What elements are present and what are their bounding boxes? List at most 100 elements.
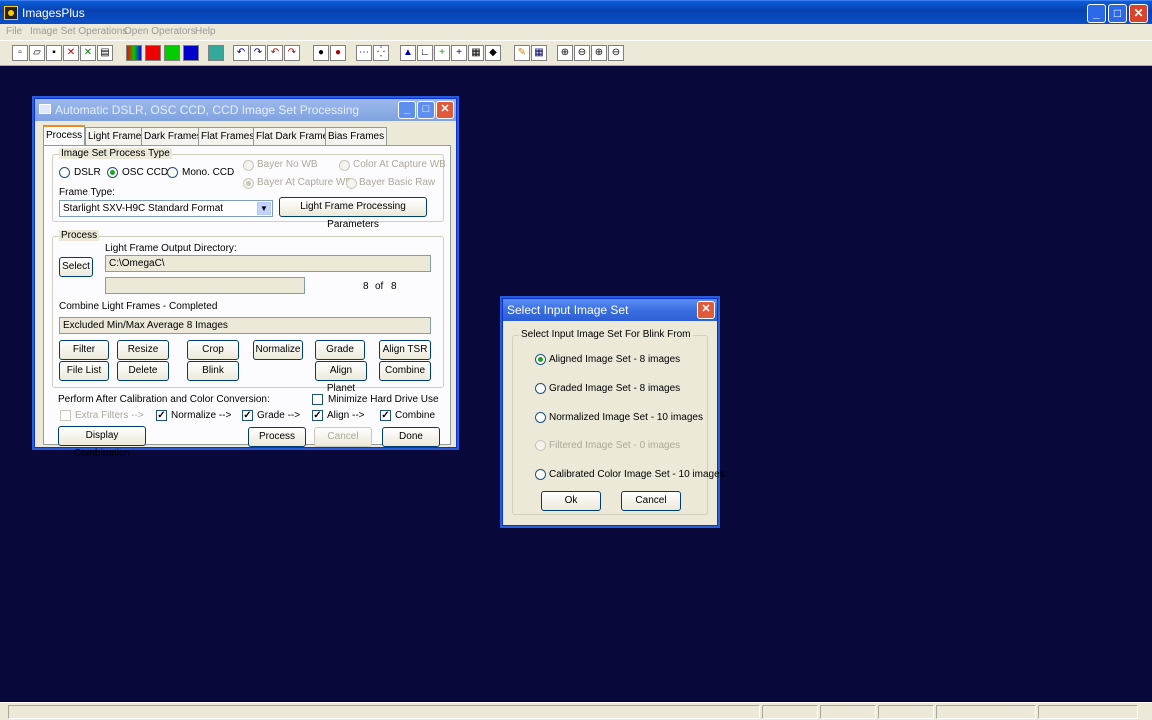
green-channel-icon[interactable]: [164, 45, 180, 61]
after-calibration-label: Perform After Calibration and Color Conv…: [58, 394, 270, 405]
normalize-label: Normalize -->: [171, 410, 232, 421]
toolbar: ▫ ▱ ▪ ✕ ✕ ▤ ↶ ↷ ↶ ↷ ● ● ⋯ ⁛ ▲ ∟ + + ▦ ◆ …: [0, 40, 1152, 66]
frame-type-select[interactable]: Starlight SXV-H9C Standard Format ▼: [59, 200, 273, 217]
tab-bias-frames[interactable]: Bias Frames: [325, 127, 388, 145]
app-titlebar: ImagesPlus _ □ ✕: [0, 0, 1152, 24]
menu-open-operators[interactable]: Open Operators: [124, 26, 196, 37]
close-all-icon[interactable]: ✕: [80, 45, 96, 61]
graded-set-radio[interactable]: [535, 383, 546, 394]
extra-filters-checkbox[interactable]: [60, 410, 71, 421]
print-icon[interactable]: ▤: [97, 45, 113, 61]
curve-icon[interactable]: ∟: [417, 45, 433, 61]
normalize-button[interactable]: Normalize: [253, 340, 303, 360]
close-image-icon[interactable]: ✕: [63, 45, 79, 61]
filter-button[interactable]: Filter: [59, 340, 109, 360]
zoom-reset-icon[interactable]: ⊖: [608, 45, 624, 61]
process-button[interactable]: Process: [248, 427, 306, 447]
align-planet-button[interactable]: Align Planet: [315, 361, 367, 394]
osc-ccd-label: OSC CCD: [122, 167, 169, 178]
status-field: Excluded Min/Max Average 8 Images: [59, 317, 431, 334]
ok-button[interactable]: Ok: [541, 491, 601, 511]
bayer-at-capture-wb-radio[interactable]: [243, 178, 254, 189]
output-dir-field[interactable]: C:\OmegaC\: [105, 255, 431, 272]
combine-checkbox[interactable]: ✓: [380, 410, 391, 421]
calculator-icon[interactable]: ▦: [468, 45, 484, 61]
done-button[interactable]: Done: [382, 427, 440, 447]
dslr-radio[interactable]: [59, 167, 70, 178]
dialog-close-button[interactable]: ✕: [436, 101, 454, 119]
open-folder-icon[interactable]: ▱: [29, 45, 45, 61]
color-at-capture-wb-radio[interactable]: [339, 160, 350, 171]
crosshair-icon[interactable]: +: [434, 45, 450, 61]
tab-dark-frames[interactable]: Dark Frames: [141, 127, 205, 145]
select-cancel-button[interactable]: Cancel: [621, 491, 681, 511]
resize-button[interactable]: Resize: [117, 340, 169, 360]
select-dialog-title: Select Input Image Set: [507, 303, 629, 317]
palette-icon[interactable]: ◆: [485, 45, 501, 61]
scatter-icon[interactable]: ⁛: [373, 45, 389, 61]
combine-button[interactable]: Combine: [379, 361, 431, 381]
process-tab-panel: Image Set Process Type DSLR OSC CCD Mono…: [43, 145, 451, 459]
menu-image-set-operations[interactable]: Image Set Operations: [30, 26, 127, 37]
aligned-set-radio[interactable]: [535, 354, 546, 365]
filtered-set-radio[interactable]: [535, 440, 546, 451]
status-segment-5: [936, 705, 1036, 719]
rgb-icon[interactable]: [126, 45, 142, 61]
align-checkbox[interactable]: ✓: [312, 410, 323, 421]
minimize-hd-label: Minimize Hard Drive Use: [328, 394, 439, 405]
zoom-fit-icon[interactable]: ⊕: [591, 45, 607, 61]
grid-icon[interactable]: [208, 45, 224, 61]
star-icon[interactable]: ●: [313, 45, 329, 61]
normalized-set-radio[interactable]: [535, 412, 546, 423]
calibrated-set-radio[interactable]: [535, 469, 546, 480]
pencil-icon[interactable]: ✎: [514, 45, 530, 61]
blue-channel-icon[interactable]: [183, 45, 199, 61]
tab-flat-frames[interactable]: Flat Frames: [198, 127, 258, 145]
cancel-button[interactable]: Cancel: [314, 427, 372, 447]
histogram-icon[interactable]: ▲: [400, 45, 416, 61]
normalize-checkbox[interactable]: ✓: [156, 410, 167, 421]
star-red-icon[interactable]: ●: [330, 45, 346, 61]
delete-button[interactable]: Delete: [117, 361, 169, 381]
crosshair-large-icon[interactable]: +: [451, 45, 467, 61]
align-tsr-button[interactable]: Align TSR: [379, 340, 431, 360]
app-icon: [4, 6, 18, 20]
bayer-basic-raw-radio[interactable]: [346, 178, 357, 189]
zoom-icon[interactable]: ⊕: [557, 45, 573, 61]
display-combination-button[interactable]: Display Combination: [58, 426, 146, 459]
dialog-minimize-button[interactable]: _: [398, 101, 416, 119]
bayer-no-wb-radio[interactable]: [243, 160, 254, 171]
tab-light-frames[interactable]: Light Frames: [85, 127, 150, 145]
table-icon[interactable]: ▦: [531, 45, 547, 61]
maximize-button[interactable]: □: [1108, 4, 1127, 23]
tab-flat-dark-frames[interactable]: Flat Dark Frames: [253, 127, 337, 145]
select-dir-button[interactable]: Select: [59, 257, 93, 277]
save-icon[interactable]: ▪: [46, 45, 62, 61]
light-frame-params-button[interactable]: Light Frame Processing Parameters: [279, 197, 427, 230]
close-button[interactable]: ✕: [1129, 4, 1148, 23]
dialog-maximize-button[interactable]: □: [417, 101, 435, 119]
tab-process[interactable]: Process: [43, 125, 86, 146]
zoom-out-icon[interactable]: ⊖: [574, 45, 590, 61]
undo-all-icon[interactable]: ↶: [267, 45, 283, 61]
dots-icon[interactable]: ⋯: [356, 45, 372, 61]
grade-checkbox[interactable]: ✓: [242, 410, 253, 421]
redo-icon[interactable]: ↷: [250, 45, 266, 61]
select-dialog-close-button[interactable]: ✕: [697, 301, 715, 319]
frame-type-value: Starlight SXV-H9C Standard Format: [63, 203, 224, 214]
redo-all-icon[interactable]: ↷: [284, 45, 300, 61]
red-channel-icon[interactable]: [145, 45, 161, 61]
menu-file[interactable]: File: [6, 26, 22, 37]
grade-button[interactable]: Grade: [315, 340, 365, 360]
undo-icon[interactable]: ↶: [233, 45, 249, 61]
menu-help[interactable]: Help: [195, 26, 216, 37]
osc-ccd-radio[interactable]: [107, 167, 118, 178]
mono-ccd-radio[interactable]: [167, 167, 178, 178]
new-file-icon[interactable]: ▫: [12, 45, 28, 61]
minimize-hd-checkbox[interactable]: [312, 394, 323, 405]
image-set-group: Select Input Image Set For Blink From Al…: [512, 329, 725, 515]
crop-button[interactable]: Crop: [187, 340, 239, 360]
file-list-button[interactable]: File List: [59, 361, 109, 381]
minimize-button[interactable]: _: [1087, 4, 1106, 23]
blink-button[interactable]: Blink: [187, 361, 239, 381]
